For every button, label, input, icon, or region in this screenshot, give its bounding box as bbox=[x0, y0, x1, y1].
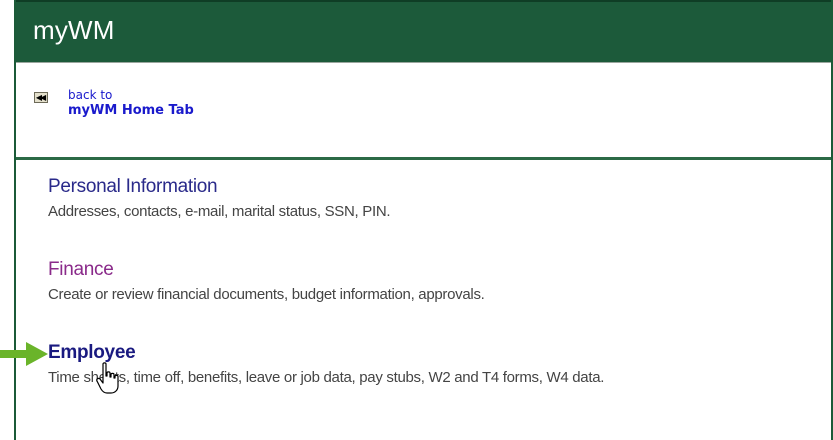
menu-item-employee[interactable]: Employee Time sheets, time off, benefits… bbox=[48, 341, 604, 389]
back-navigation-bar: ◀◀ back to myWM Home Tab bbox=[16, 62, 831, 160]
menu-item-description: Time sheets, time off, benefits, leave o… bbox=[48, 369, 605, 386]
menu-item-title[interactable]: Finance bbox=[48, 258, 485, 282]
app-header: myWM bbox=[16, 0, 831, 62]
green-arrow-icon bbox=[0, 342, 48, 366]
menu-item-personal-information[interactable]: Personal Information Addresses, contacts… bbox=[48, 175, 391, 223]
back-to-home-link[interactable]: back to myWM Home Tab bbox=[68, 88, 194, 118]
app-title: myWM bbox=[33, 15, 115, 45]
back-link-line1: back to bbox=[68, 88, 113, 102]
menu-item-description: Addresses, contacts, e-mail, marital sta… bbox=[48, 203, 391, 220]
rewind-icon[interactable]: ◀◀ bbox=[34, 92, 48, 103]
back-link-line2: myWM Home Tab bbox=[68, 103, 194, 118]
menu-item-finance[interactable]: Finance Create or review financial docum… bbox=[48, 258, 485, 306]
menu-item-title[interactable]: Employee bbox=[48, 341, 604, 365]
menu-item-title[interactable]: Personal Information bbox=[48, 175, 390, 199]
menu-item-description: Create or review financial documents, bu… bbox=[48, 286, 485, 303]
hand-pointer-icon bbox=[96, 362, 119, 394]
